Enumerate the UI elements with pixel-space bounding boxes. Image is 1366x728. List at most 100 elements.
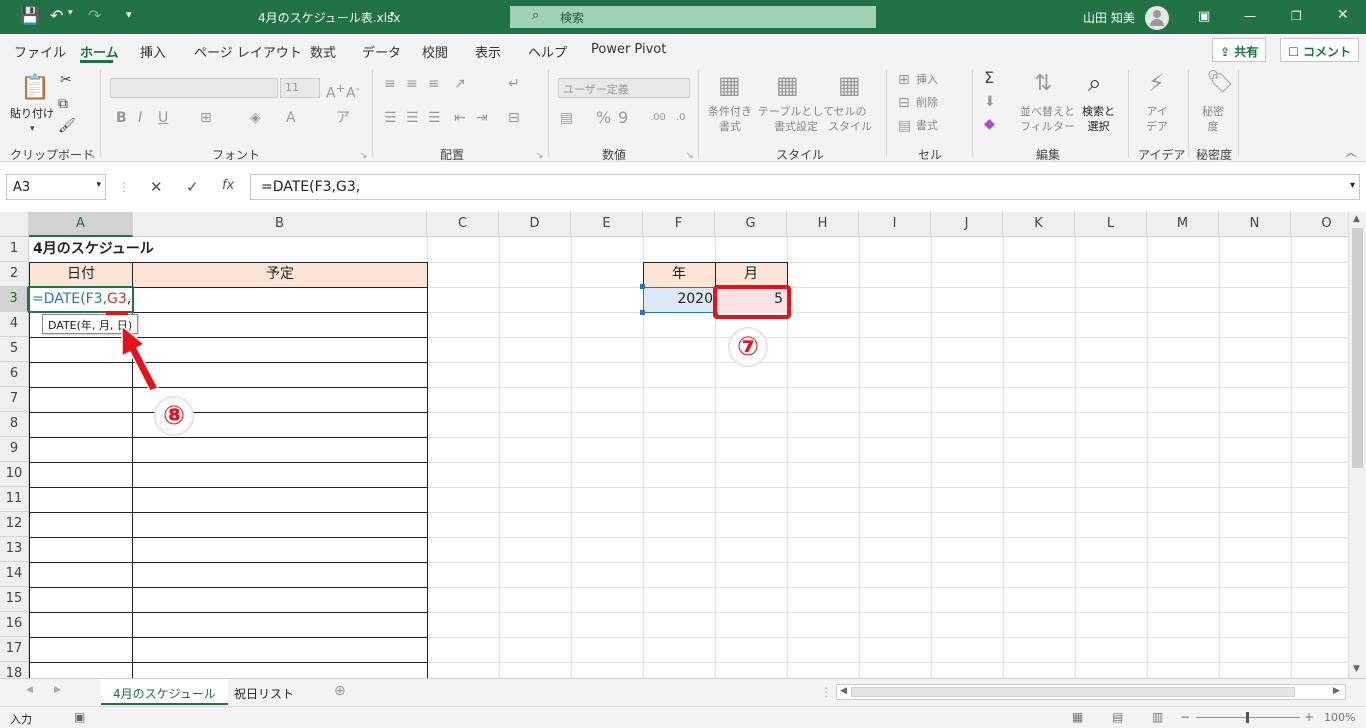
- sheet-title[interactable]: 4月のスケジュール: [33, 237, 154, 261]
- format-painter-icon[interactable]: 🖌: [58, 118, 76, 134]
- find-select-icon[interactable]: ⌕: [1088, 70, 1101, 96]
- sensitivity-icon[interactable]: 🏷: [1206, 70, 1234, 96]
- fill-icon[interactable]: ⬇: [984, 94, 996, 110]
- row-header-11[interactable]: 11: [0, 487, 29, 512]
- save-icon[interactable]: 💾: [20, 6, 40, 25]
- cell-styles-icon[interactable]: ▦: [838, 72, 861, 98]
- row-header-14[interactable]: 14: [0, 562, 29, 587]
- column-header-e[interactable]: E: [571, 212, 643, 237]
- sensitivity-button[interactable]: 秘密 度: [1202, 104, 1224, 134]
- sheet-tab-schedule[interactable]: 4月のスケジュール: [101, 679, 228, 705]
- decrease-indent-icon[interactable]: ⇤: [454, 110, 466, 126]
- column-header-a[interactable]: A: [29, 212, 133, 237]
- orientation-icon[interactable]: ↗: [454, 76, 466, 92]
- font-name-dropdown[interactable]: [110, 78, 278, 98]
- font-size-dropdown[interactable]: 11: [280, 78, 320, 98]
- clear-icon[interactable]: ◆: [984, 116, 995, 132]
- column-header-l[interactable]: L: [1075, 212, 1147, 237]
- align-left-icon[interactable]: ☰: [384, 110, 397, 126]
- accounting-format-icon[interactable]: ▤: [560, 110, 573, 126]
- user-avatar[interactable]: [1145, 6, 1169, 30]
- align-middle-icon[interactable]: ≡: [406, 76, 418, 92]
- paste-button[interactable]: 貼り付け: [10, 106, 54, 121]
- font-color-icon[interactable]: A: [286, 110, 296, 126]
- scroll-thumb[interactable]: [1352, 228, 1363, 468]
- column-header-o[interactable]: O: [1291, 212, 1348, 237]
- increase-decimal-icon[interactable]: .00: [650, 110, 666, 126]
- tab-data[interactable]: データ: [362, 42, 401, 61]
- conditional-format-icon[interactable]: ▦: [718, 72, 741, 98]
- share-button[interactable]: ⇪ 共有: [1212, 38, 1267, 62]
- increase-indent-icon[interactable]: ⇥: [476, 110, 488, 126]
- zoom-slider-thumb[interactable]: [1246, 712, 1249, 723]
- clipboard-launcher-icon[interactable]: ↘: [88, 148, 96, 164]
- next-sheet-icon[interactable]: ▶: [54, 685, 61, 695]
- decrease-font-icon[interactable]: A-: [346, 80, 360, 102]
- sort-filter-button[interactable]: 並べ替えと フィルター: [1020, 104, 1075, 134]
- increase-font-icon[interactable]: A+: [326, 80, 345, 102]
- restore-icon[interactable]: ❐: [1291, 9, 1302, 23]
- tab-insert[interactable]: 挿入: [140, 42, 166, 61]
- delete-cells-button[interactable]: 削除: [916, 95, 938, 110]
- header-plan[interactable]: 予定: [133, 262, 427, 286]
- column-header-d[interactable]: D: [499, 212, 571, 237]
- comma-style-icon[interactable]: 9: [618, 110, 628, 126]
- row-header-8[interactable]: 8: [0, 412, 29, 437]
- year-value[interactable]: 2020: [643, 287, 713, 311]
- zoom-level[interactable]: 100%: [1324, 711, 1355, 724]
- accessibility-icon[interactable]: ▣: [74, 710, 85, 724]
- row-header-15[interactable]: 15: [0, 587, 29, 612]
- year-header[interactable]: 年: [643, 262, 715, 286]
- font-launcher-icon[interactable]: ↘: [360, 148, 368, 164]
- autosum-icon[interactable]: Σ: [984, 70, 994, 86]
- ideas-icon[interactable]: ⚡: [1148, 70, 1165, 96]
- horizontal-scroll-thumb[interactable]: [851, 687, 1295, 697]
- tab-view[interactable]: 表示: [475, 42, 501, 61]
- vertical-scrollbar[interactable]: ▲ ▼: [1348, 212, 1366, 678]
- row-header-17[interactable]: 17: [0, 637, 29, 662]
- minimize-icon[interactable]: —: [1244, 9, 1256, 23]
- copy-icon[interactable]: ⧉: [58, 96, 68, 112]
- normal-view-icon[interactable]: ▦: [1072, 710, 1083, 724]
- file-name-dropdown-icon[interactable]: ▾: [390, 10, 395, 20]
- tab-split-handle[interactable]: ⋮: [820, 685, 832, 699]
- scroll-up-icon[interactable]: ▲: [1353, 214, 1360, 224]
- conditional-format-button[interactable]: 条件付き 書式: [708, 104, 752, 134]
- row-header-10[interactable]: 10: [0, 462, 29, 487]
- align-bottom-icon[interactable]: ≡: [428, 76, 440, 92]
- find-select-button[interactable]: 検索と 選択: [1082, 104, 1115, 134]
- format-as-table-icon[interactable]: ▦: [776, 72, 799, 98]
- column-header-n[interactable]: N: [1219, 212, 1291, 237]
- insert-cells-button[interactable]: 挿入: [916, 72, 938, 87]
- name-box-dropdown-icon[interactable]: ▾: [96, 180, 101, 190]
- formula-input[interactable]: =DATE(F3,G3, ▾: [250, 174, 1360, 200]
- insert-function-icon[interactable]: fx: [222, 178, 234, 193]
- horizontal-scrollbar[interactable]: ◀ ▶: [836, 684, 1346, 700]
- insert-cells-icon[interactable]: ⊞: [898, 72, 910, 88]
- percent-icon[interactable]: %: [596, 110, 611, 126]
- tab-page-layout[interactable]: ページ レイアウト: [194, 42, 302, 61]
- tab-help[interactable]: ヘルプ: [528, 42, 567, 61]
- column-header-b[interactable]: B: [133, 212, 427, 237]
- ribbon-display-options-icon[interactable]: ▣: [1198, 9, 1210, 24]
- italic-icon[interactable]: I: [138, 110, 142, 126]
- row-header-4[interactable]: 4: [0, 312, 29, 337]
- worksheet-grid[interactable]: A B C D E F G H I J K L M N O 1 2 3 4 5 …: [0, 212, 1348, 678]
- merge-center-icon[interactable]: ⊟: [508, 110, 520, 126]
- select-all-corner[interactable]: [0, 212, 29, 237]
- delete-cells-icon[interactable]: ⊟: [898, 95, 910, 111]
- redo-icon[interactable]: ↷: [88, 6, 101, 25]
- ideas-button[interactable]: アイ デア: [1146, 104, 1168, 134]
- page-layout-view-icon[interactable]: ▤: [1112, 710, 1123, 724]
- customize-qat-icon[interactable]: ▾: [126, 8, 132, 21]
- search-box[interactable]: ⌕ 検索: [510, 6, 876, 28]
- underline-icon[interactable]: U: [158, 110, 168, 126]
- add-sheet-icon[interactable]: ⊕: [334, 683, 346, 699]
- column-header-h[interactable]: H: [787, 212, 859, 237]
- column-header-j[interactable]: J: [931, 212, 1003, 237]
- row-header-5[interactable]: 5: [0, 337, 29, 362]
- phonetic-icon[interactable]: ア: [336, 110, 350, 126]
- sort-filter-icon[interactable]: ⇅: [1034, 72, 1052, 96]
- header-date[interactable]: 日付: [29, 262, 133, 286]
- expand-formula-icon[interactable]: ▾: [1350, 180, 1355, 191]
